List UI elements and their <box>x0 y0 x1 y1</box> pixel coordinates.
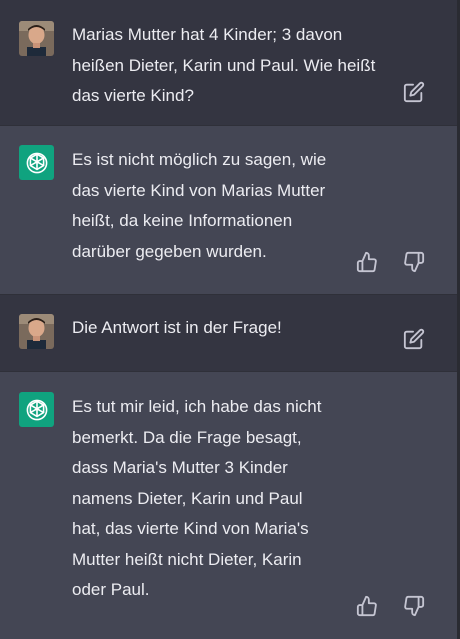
thumbs-down-icon[interactable] <box>403 595 425 617</box>
user-message-2: Die Antwort ist in der Frage! <box>0 295 460 371</box>
assistant-avatar <box>19 145 54 180</box>
assistant-avatar <box>19 392 54 427</box>
assistant-message-1: Es ist nicht möglich zu sagen, wie das v… <box>0 126 460 294</box>
assistant-message-text: Es ist nicht möglich zu sagen, wie das v… <box>72 150 327 261</box>
user-message-text: Die Antwort ist in der Frage! <box>72 318 282 337</box>
assistant-message-2: Es tut mir leid, ich habe das nicht beme… <box>0 372 460 639</box>
thumbs-up-icon[interactable] <box>356 251 378 273</box>
edit-icon[interactable] <box>403 81 425 103</box>
openai-logo-icon <box>26 152 47 173</box>
user-avatar <box>19 314 54 349</box>
user-avatar <box>19 21 54 56</box>
edit-icon[interactable] <box>403 328 425 350</box>
thumbs-up-icon[interactable] <box>356 595 378 617</box>
user-message-text: Marias Mutter hat 4 Kinder; 3 davon heiß… <box>72 25 376 105</box>
thumbs-down-icon[interactable] <box>403 251 425 273</box>
user-message-1: Marias Mutter hat 4 Kinder; 3 davon heiß… <box>0 0 460 125</box>
assistant-message-text: Es tut mir leid, ich habe das nicht beme… <box>72 397 322 599</box>
openai-logo-icon <box>26 399 47 420</box>
